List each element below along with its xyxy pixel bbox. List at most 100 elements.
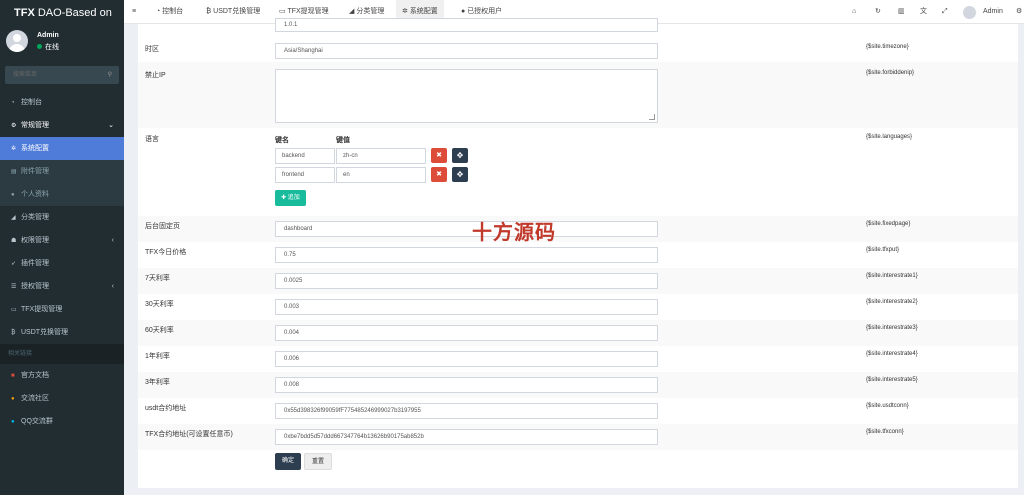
- watermark: 十方源码: [472, 220, 556, 244]
- usdt-contract-input[interactable]: 0x55d398326f99059fF775485246999027b31979…: [275, 403, 658, 419]
- sidebar-item-usdt-exchange[interactable]: ₿ USDT兑换管理: [0, 321, 124, 344]
- comment-icon: ●: [11, 396, 15, 402]
- sidebar-item-general[interactable]: ⚙ 常规管理 ⌄: [0, 114, 124, 137]
- move-row-button[interactable]: ✥: [452, 148, 468, 163]
- form-row-field: TFX合约地址(可设置任意币) 0xbe7bdd5d57ddd667347764…: [138, 424, 1018, 450]
- menu-toggle-icon[interactable]: ≡: [132, 0, 136, 24]
- sidebar-item-attachment[interactable]: ▤ 附件管理: [0, 160, 124, 183]
- home-icon[interactable]: ⌂: [852, 0, 856, 24]
- add-language-button[interactable]: ✚ 追加: [275, 190, 306, 206]
- sidebar-search-input[interactable]: 搜索菜单 ⚲: [5, 66, 119, 84]
- sidebar-item-license[interactable]: ☰ 授权管理 ‹: [0, 275, 124, 298]
- field-var: {$site.interestrate1}: [866, 273, 918, 279]
- remove-row-button[interactable]: ✖: [431, 148, 447, 163]
- list-icon: ☰: [11, 284, 17, 290]
- user-icon: ●: [11, 192, 15, 198]
- partial-input[interactable]: 1.0.1: [275, 18, 658, 32]
- field-var: {$site.interestrate3}: [866, 325, 918, 331]
- user-status: 在线: [37, 42, 59, 52]
- submit-button[interactable]: 确定: [275, 453, 302, 470]
- field-label: TFX今日价格: [145, 249, 187, 256]
- chevron-left-icon: ‹: [111, 237, 114, 244]
- sidebar-section-header: 相关链接: [0, 344, 124, 364]
- card-icon: ▭: [11, 307, 17, 313]
- book-icon: ■: [11, 373, 15, 379]
- sidebar-item-dashboard[interactable]: ◔ 控制台: [0, 91, 124, 114]
- languages-var: {$site.languages}: [866, 134, 913, 140]
- trash-icon[interactable]: ▥: [898, 0, 905, 24]
- forbiddenip-textarea[interactable]: [275, 69, 658, 123]
- field-var: {$site.interestrate4}: [866, 351, 918, 357]
- field-label: 30天利率: [145, 301, 174, 308]
- value-header: 键值: [336, 137, 350, 144]
- user-panel: Admin 在线: [0, 26, 124, 60]
- plus-icon: ✚: [281, 195, 288, 201]
- online-dot-icon: [37, 44, 42, 49]
- settings-icon[interactable]: ⚙: [1016, 0, 1022, 24]
- rate-30d-input[interactable]: 0.003: [275, 299, 658, 315]
- fullscreen-icon[interactable]: ⤢: [942, 0, 948, 24]
- language-key-input[interactable]: frontend: [275, 167, 335, 183]
- sidebar-item-category[interactable]: ◢ 分类管理: [0, 206, 124, 229]
- remove-row-button[interactable]: ✖: [431, 167, 447, 182]
- language-key-input[interactable]: backend: [275, 148, 335, 164]
- cog-icon: ✲: [11, 146, 17, 152]
- field-label: 后台固定页: [145, 223, 180, 230]
- field-label: 60天利率: [145, 327, 174, 334]
- field-var: {$site.usdtconn}: [866, 403, 909, 409]
- sidebar-item-auth[interactable]: ☗ 权限管理 ‹: [0, 229, 124, 252]
- forbiddenip-label: 禁止IP: [145, 72, 166, 79]
- chevron-left-icon: ‹: [111, 283, 114, 290]
- tfx-price-input[interactable]: 0.75: [275, 247, 658, 263]
- language-value-input[interactable]: zh-cn: [336, 148, 426, 164]
- timezone-input[interactable]: Asia/Shanghai: [275, 43, 658, 59]
- field-var: {$site.tfxconn}: [866, 429, 904, 435]
- navbar-admin[interactable]: Admin: [983, 0, 1003, 24]
- cogs-icon: ⚙: [11, 123, 17, 129]
- refresh-icon[interactable]: ↻: [875, 0, 881, 24]
- rate-7d-input[interactable]: 0.0025: [275, 273, 658, 289]
- sidebar-link-docs[interactable]: ■ 官方文档: [0, 364, 124, 387]
- navbar-avatar[interactable]: [963, 6, 976, 19]
- avatar: [6, 30, 28, 52]
- sidebar-link-qq[interactable]: ● QQ交流群: [0, 410, 124, 433]
- tab-dashboard[interactable]: ◔ 控制台: [156, 0, 183, 24]
- sidebar-item-addon[interactable]: ➶ 插件管理: [0, 252, 124, 275]
- form-row-languages: 语言 键名 键值 backend zh-cn ✖ ✥ frontend en ✖…: [138, 128, 1018, 216]
- search-icon[interactable]: ⚲: [108, 66, 112, 84]
- field-label: usdt合约地址: [145, 405, 187, 412]
- sidebar-link-community[interactable]: ● 交流社区: [0, 387, 124, 410]
- sidebar-item-tfx-withdraw[interactable]: ▭ TFX提现管理: [0, 298, 124, 321]
- tab-usdt-exchange[interactable]: ₿ USDT兑换管理: [206, 0, 260, 24]
- sidebar-item-config[interactable]: ✲ 系统配置: [0, 137, 124, 160]
- field-label: 7天利率: [145, 275, 170, 282]
- language-icon[interactable]: 文: [920, 0, 927, 24]
- rate-3y-input[interactable]: 0.008: [275, 377, 658, 393]
- key-header: 键名: [275, 137, 289, 144]
- form-row-field: usdt合约地址 0x55d398326f99059fF775485246999…: [138, 398, 1018, 424]
- field-label: TFX合约地址(可设置任意币): [145, 431, 233, 438]
- move-row-button[interactable]: ✥: [452, 167, 468, 182]
- form-row-field: 30天利率 0.003 {$site.interestrate2}: [138, 294, 1018, 320]
- rocket-icon: ➶: [11, 261, 17, 267]
- reset-button[interactable]: 重置: [304, 453, 333, 470]
- form-row-field: 60天利率 0.004 {$site.interestrate3}: [138, 320, 1018, 346]
- timezone-label: 时区: [145, 46, 159, 53]
- form-row-field: 1年利率 0.006 {$site.interestrate4}: [138, 346, 1018, 372]
- qq-icon: ●: [11, 419, 15, 425]
- language-value-input[interactable]: en: [336, 167, 426, 183]
- tfx-contract-input[interactable]: 0xbe7bdd5d57ddd667347764b13626b90175ab85…: [275, 429, 658, 445]
- sidebar-item-profile[interactable]: ● 个人资料: [0, 183, 124, 206]
- field-var: {$site.interestrate5}: [866, 377, 918, 383]
- rate-60d-input[interactable]: 0.004: [275, 325, 658, 341]
- brand-logo[interactable]: TFX DAO-Based on: [0, 0, 124, 26]
- form-row-field: 后台固定页 dashboard {$site.fixedpage}: [138, 216, 1018, 242]
- timezone-var: {$site.timezone}: [866, 44, 909, 50]
- rate-1y-input[interactable]: 0.006: [275, 351, 658, 367]
- languages-label: 语言: [145, 136, 159, 143]
- config-form: 1.0.1 时区 Asia/Shanghai {$site.timezone} …: [138, 18, 1018, 488]
- fixedpage-input[interactable]: dashboard: [275, 221, 658, 237]
- field-var: {$site.interestrate2}: [866, 299, 918, 305]
- chevron-down-icon: ⌄: [108, 122, 114, 129]
- sidebar: TFX DAO-Based on Admin 在线 搜索菜单 ⚲ ◔ 控制台 ⚙ 常规…: [0, 0, 124, 495]
